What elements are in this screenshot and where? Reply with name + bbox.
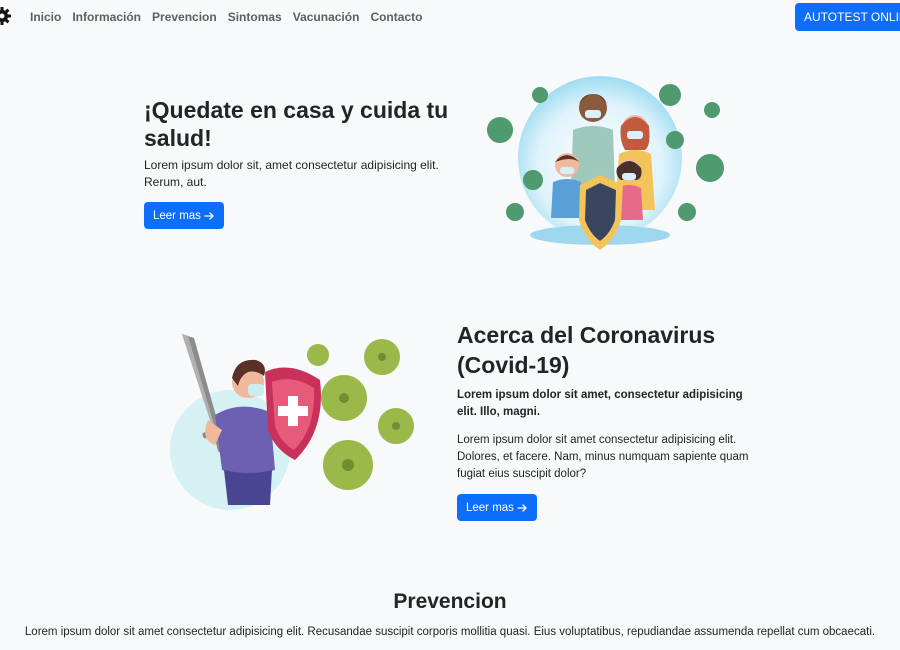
autotest-online-button[interactable]: AUTOTEST ONLINE	[795, 3, 900, 31]
about-body-text: Lorem ipsum dolor sit amet consectetur a…	[457, 434, 749, 480]
nav-link-inicio[interactable]: Inicio	[30, 10, 61, 24]
about-title: Acerca del Coronavirus (Covid-19)	[457, 322, 716, 378]
button-label: Leer mas	[466, 501, 514, 514]
nav-link-informacion[interactable]: Información	[72, 10, 141, 24]
nav-link-vacunacion[interactable]: Vacunación	[293, 10, 360, 24]
button-label: Leer mas	[153, 209, 201, 222]
about-read-more-button[interactable]: Leer mas	[457, 494, 537, 521]
family-with-shield-illustration	[487, 76, 724, 250]
hero-text: Lorem ipsum dolor sit, amet consectetur …	[144, 158, 439, 189]
gear-icon[interactable]	[0, 6, 12, 26]
arrow-right-icon	[204, 211, 214, 220]
prevention-text: Lorem ipsum dolor sit amet consectetur a…	[24, 626, 876, 638]
nav-links: Inicio Información Prevencion Sintomas V…	[30, 10, 433, 24]
nav-link-contacto[interactable]: Contacto	[370, 10, 422, 24]
hero-read-more-button[interactable]: Leer mas	[144, 202, 224, 229]
nav-link-prevencion[interactable]: Prevencion	[152, 10, 217, 24]
navbar: Inicio Información Prevencion Sintomas V…	[0, 0, 900, 36]
hero-title: ¡Quedate en casa y cuida tu salud!	[144, 97, 449, 151]
about-lead-text: Lorem ipsum dolor sit amet, consectetur …	[457, 389, 743, 418]
fighter-with-sword-illustration	[170, 334, 414, 510]
prevention-title: Prevencion	[393, 590, 507, 613]
arrow-right-icon	[517, 503, 527, 512]
virus-icon	[307, 339, 414, 490]
nav-link-sintomas[interactable]: Sintomas	[228, 10, 282, 24]
